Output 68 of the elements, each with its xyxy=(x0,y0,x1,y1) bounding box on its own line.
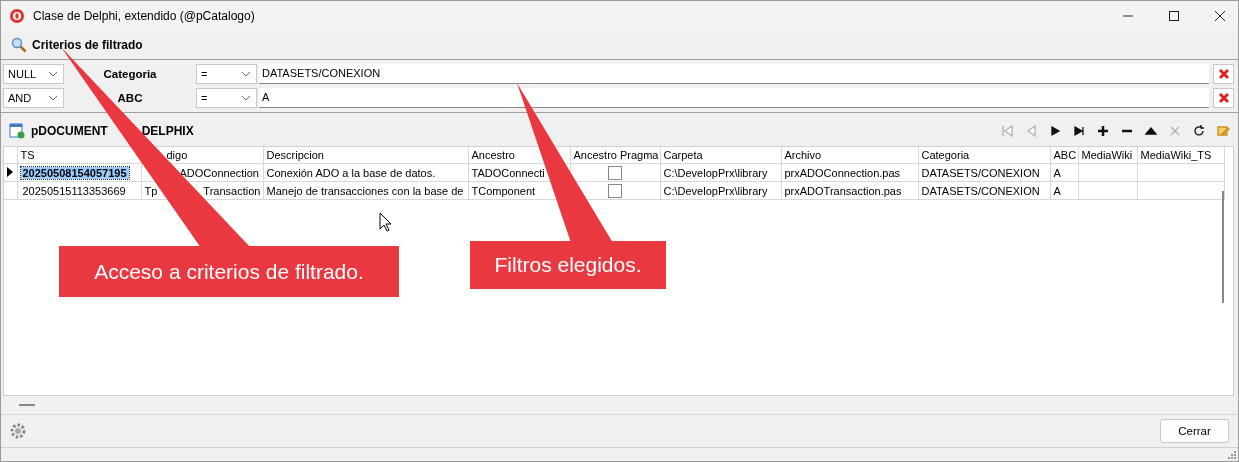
remove-filter-button[interactable] xyxy=(1213,64,1234,84)
gear-icon[interactable] xyxy=(10,423,26,439)
callout-label: Filtros elegidos. xyxy=(470,241,666,289)
checkbox[interactable] xyxy=(608,165,622,180)
insert-icon xyxy=(1096,124,1110,138)
table-cell: C:\DevelopPrx\library xyxy=(663,166,768,179)
close-icon xyxy=(1217,68,1230,80)
post-icon xyxy=(1216,124,1230,138)
field-label: ABC xyxy=(117,92,143,104)
table-cell: prxADOTransaction.pas xyxy=(784,184,902,197)
column-header[interactable]: Ancestro Pragma xyxy=(573,149,659,161)
table-cell: A xyxy=(1053,184,1061,197)
last-icon xyxy=(1072,124,1086,138)
column-header[interactable]: Ancestro xyxy=(471,149,515,161)
mouse-cursor-icon xyxy=(379,212,392,232)
chevron-down-icon xyxy=(241,71,251,77)
table-cell: ADOConnection xyxy=(179,166,259,179)
callout-label: Acceso a criterios de filtrado. xyxy=(59,246,399,297)
table-cell: DATASETS/CONEXION xyxy=(921,184,1040,197)
column-header[interactable]: digo xyxy=(166,149,188,161)
cancel-icon xyxy=(1168,124,1182,138)
column-header[interactable]: TS xyxy=(20,149,35,161)
column-header[interactable]: MediaWiki xyxy=(1081,149,1133,161)
chevron-down-icon xyxy=(241,95,251,101)
table-cell: C:\DevelopPrx\library xyxy=(663,184,768,197)
table-cell: Transaction xyxy=(203,184,261,197)
close-icon xyxy=(1217,92,1230,104)
table-cell-text: 20250515113353669 xyxy=(21,184,127,197)
filter-value-field[interactable]: DATASETS/CONEXION xyxy=(259,64,1209,84)
table-icon xyxy=(9,123,25,139)
window-title: Clase de Delphi, extendido (@pCatalogo) xyxy=(33,9,255,23)
table-cell: A xyxy=(1053,166,1061,179)
table-cell: TComponent xyxy=(471,184,536,197)
table-cell: Manejo de transacciones con la base de xyxy=(266,184,464,197)
close-button[interactable]: Cerrar xyxy=(1160,419,1229,443)
column-header[interactable]: MediaWiki_TS xyxy=(1140,149,1212,161)
resize-grip-icon[interactable] xyxy=(1228,451,1236,459)
connector-dropdown[interactable]: NULL xyxy=(3,64,64,84)
connector-dropdown[interactable]: AND xyxy=(3,88,64,108)
next-icon xyxy=(1048,124,1062,138)
chevron-down-icon xyxy=(48,71,58,77)
maximize-icon[interactable] xyxy=(1168,10,1180,22)
filter-criteria-link[interactable]: Criterios de filtrado xyxy=(32,38,143,52)
column-header[interactable]: Categoria xyxy=(921,149,970,161)
dataset-title: pDOCUMENT xyxy=(31,124,108,138)
close-icon[interactable] xyxy=(1214,10,1226,22)
search-icon[interactable] xyxy=(11,37,27,53)
checkbox[interactable] xyxy=(608,183,622,198)
first-icon xyxy=(1000,124,1014,138)
column-header[interactable]: Archivo xyxy=(784,149,822,161)
table-cell: 20250508154057195 xyxy=(20,166,129,179)
dataset-title: DELPHIX xyxy=(141,124,194,138)
table-cell: DATASETS/CONEXION xyxy=(921,166,1040,179)
operator-dropdown[interactable]: = xyxy=(196,88,257,108)
chevron-down-icon xyxy=(48,95,58,101)
field-label: Categoria xyxy=(103,68,157,80)
table-cell: Tp xyxy=(144,184,158,197)
refresh-icon xyxy=(1192,124,1206,138)
remove-filter-button[interactable] xyxy=(1213,88,1234,108)
filter-value-field[interactable]: A xyxy=(259,88,1209,108)
column-header[interactable]: ABC xyxy=(1053,149,1077,161)
table-cell: prxADOConnection.pas xyxy=(784,166,901,179)
table-cell: TADOConnecti xyxy=(471,166,545,179)
table-cell: Conexión ADO a la base de datos. xyxy=(266,166,436,179)
column-header[interactable]: Descripcion xyxy=(266,149,324,161)
column-header[interactable]: Carpeta xyxy=(663,149,703,161)
operator-dropdown[interactable]: = xyxy=(196,64,257,84)
app-icon xyxy=(9,8,25,24)
